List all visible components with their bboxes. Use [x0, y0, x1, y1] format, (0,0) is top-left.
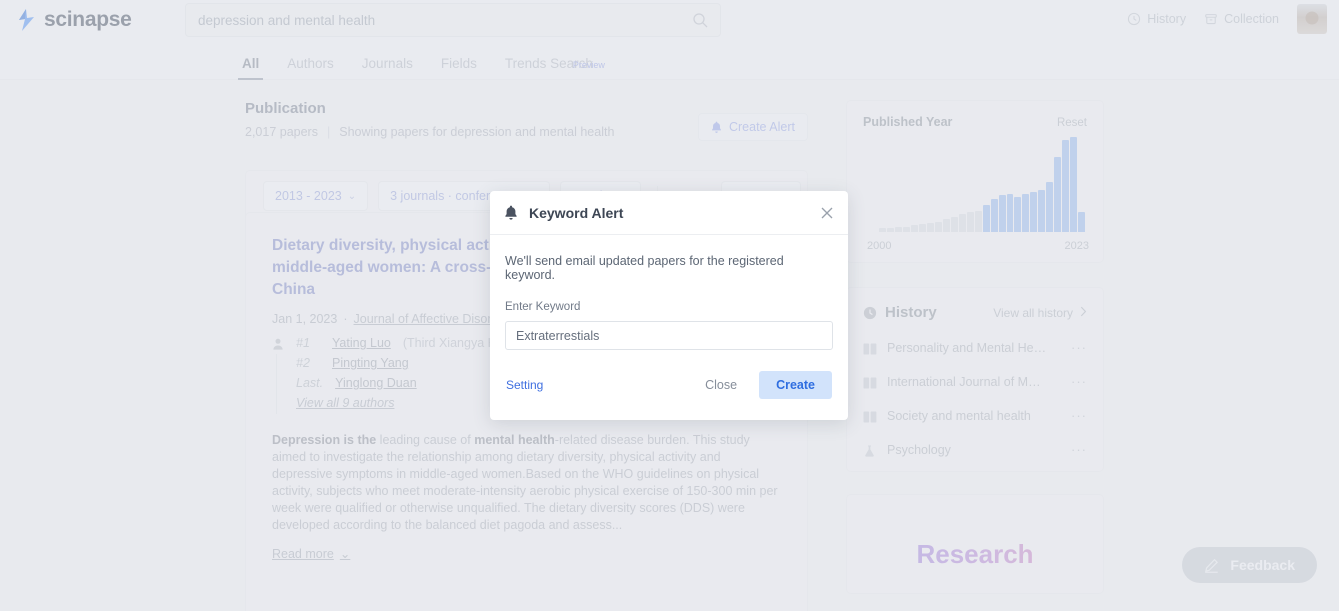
keyword-alert-dialog: Keyword Alert We'll send email updated p… — [490, 191, 848, 420]
create-button[interactable]: Create — [759, 371, 832, 399]
app-root: scinapse depression and mental health — [0, 0, 1339, 611]
close-icon[interactable] — [820, 206, 834, 220]
modal-footer: Setting Close Create — [505, 371, 833, 399]
modal-description: We'll send email updated papers for the … — [505, 254, 784, 282]
setting-link[interactable]: Setting — [506, 378, 543, 392]
modal-body: We'll send email updated papers for the … — [490, 235, 848, 399]
modal-header: Keyword Alert — [490, 191, 848, 235]
keyword-input-value: Extraterrestials — [516, 328, 600, 343]
keyword-field-label: Enter Keyword — [505, 301, 581, 313]
keyword-input[interactable]: Extraterrestials — [505, 321, 833, 350]
bell-icon — [504, 205, 518, 221]
close-button[interactable]: Close — [689, 371, 753, 399]
modal-title: Keyword Alert — [529, 204, 624, 221]
